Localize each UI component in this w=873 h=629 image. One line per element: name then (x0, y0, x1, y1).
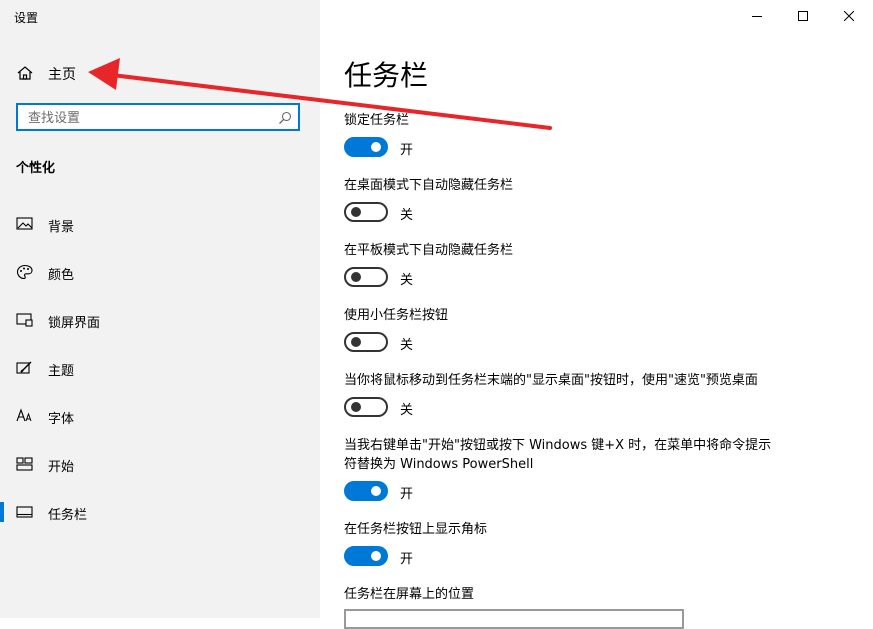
sidebar-item-label: 任务栏 (48, 508, 88, 523)
setting-position: 任务栏在屏幕上的位置 (344, 585, 824, 604)
theme-icon (16, 360, 34, 376)
toggle-state: 关 (400, 338, 414, 353)
start-icon (16, 456, 34, 472)
taskbar-icon (16, 504, 34, 520)
search-box[interactable] (16, 103, 300, 131)
palette-icon (16, 264, 34, 280)
toggle-row: 开 (344, 546, 824, 570)
lock-taskbar-toggle[interactable] (344, 137, 388, 157)
home-icon (16, 64, 34, 82)
maximize-icon (798, 11, 808, 21)
toggle-knob (371, 142, 381, 152)
sidebar-item-taskbar[interactable]: 任务栏 (0, 488, 320, 536)
setting-badges: 在任务栏按钮上显示角标 开 (344, 520, 824, 570)
taskbar-position-dropdown[interactable] (344, 609, 684, 629)
sidebar-item-label: 颜色 (48, 268, 75, 283)
minimize-icon (752, 16, 762, 17)
toggle-row: 关 (344, 332, 824, 356)
toggle-state: 关 (400, 403, 414, 418)
sidebar: 设置 主页 个性化 背景 颜色 锁屏界面 (0, 0, 320, 618)
section-title: 个性化 (16, 161, 56, 176)
app-title: 设置 (14, 11, 39, 25)
font-icon (16, 408, 34, 424)
setting-label: 在平板模式下自动隐藏任务栏 (344, 243, 514, 258)
toggle-state: 开 (400, 552, 414, 567)
setting-label: 在桌面模式下自动隐藏任务栏 (344, 178, 514, 193)
setting-label: 在任务栏按钮上显示角标 (344, 522, 488, 537)
search-input[interactable] (26, 108, 270, 128)
toggle-state: 关 (400, 273, 414, 288)
close-button[interactable] (826, 0, 872, 32)
sidebar-nav: 背景 颜色 锁屏界面 主题 字体 开始 任务栏 (0, 200, 320, 536)
sidebar-item-themes[interactable]: 主题 (0, 344, 320, 392)
toggle-row: 关 (344, 397, 804, 421)
sidebar-item-lock-screen[interactable]: 锁屏界面 (0, 296, 320, 344)
toggle-row: 关 (344, 267, 824, 291)
sidebar-item-colors[interactable]: 颜色 (0, 248, 320, 296)
sidebar-item-label: 锁屏界面 (48, 316, 101, 331)
peek-toggle[interactable] (344, 397, 388, 417)
setting-label: 当我右键单击"开始"按钮或按下 Windows 键+X 时，在菜单中将命令提示符… (344, 438, 772, 472)
toggle-state: 开 (400, 143, 414, 158)
sidebar-item-label: 字体 (48, 412, 75, 427)
toggle-knob (371, 486, 381, 496)
setting-label: 使用小任务栏按钮 (344, 308, 449, 323)
lock-screen-icon (16, 312, 34, 328)
setting-autohide-desktop: 在桌面模式下自动隐藏任务栏 关 (344, 176, 824, 226)
toggle-knob (351, 272, 361, 282)
search-icon[interactable] (278, 110, 292, 124)
position-label: 任务栏在屏幕上的位置 (344, 587, 475, 602)
sidebar-item-start[interactable]: 开始 (0, 440, 320, 488)
toggle-knob (351, 337, 361, 347)
close-icon (844, 11, 854, 21)
setting-powershell: 当我右键单击"开始"按钮或按下 Windows 键+X 时，在菜单中将命令提示符… (344, 436, 784, 505)
toggle-knob (351, 207, 361, 217)
setting-label: 锁定任务栏 (344, 113, 410, 128)
toggle-state: 开 (400, 487, 414, 502)
setting-small-buttons: 使用小任务栏按钮 关 (344, 306, 824, 356)
page-title: 任务栏 (344, 59, 429, 92)
toggle-knob (371, 551, 381, 561)
sidebar-item-background[interactable]: 背景 (0, 200, 320, 248)
autohide-tablet-toggle[interactable] (344, 267, 388, 287)
setting-autohide-tablet: 在平板模式下自动隐藏任务栏 关 (344, 241, 824, 291)
sidebar-home[interactable]: 主页 (0, 56, 320, 90)
small-buttons-toggle[interactable] (344, 332, 388, 352)
sidebar-item-label: 背景 (48, 220, 75, 235)
minimize-button[interactable] (734, 0, 780, 32)
toggle-knob (351, 402, 361, 412)
toggle-row: 开 (344, 481, 784, 505)
sidebar-home-label: 主页 (48, 67, 76, 83)
sidebar-item-fonts[interactable]: 字体 (0, 392, 320, 440)
image-icon (16, 216, 34, 232)
powershell-toggle[interactable] (344, 481, 388, 501)
toggle-row: 开 (344, 137, 824, 161)
badges-toggle[interactable] (344, 546, 388, 566)
setting-label: 当你将鼠标移动到任务栏末端的"显示桌面"按钮时，使用"速览"预览桌面 (344, 373, 758, 388)
autohide-desktop-toggle[interactable] (344, 202, 388, 222)
sidebar-item-label: 主题 (48, 364, 75, 379)
setting-peek: 当你将鼠标移动到任务栏末端的"显示桌面"按钮时，使用"速览"预览桌面 关 (344, 371, 804, 421)
setting-lock-taskbar: 锁定任务栏 开 (344, 111, 824, 161)
sidebar-item-label: 开始 (48, 460, 75, 475)
toggle-state: 关 (400, 208, 414, 223)
toggle-row: 关 (344, 202, 824, 226)
maximize-button[interactable] (780, 0, 826, 32)
